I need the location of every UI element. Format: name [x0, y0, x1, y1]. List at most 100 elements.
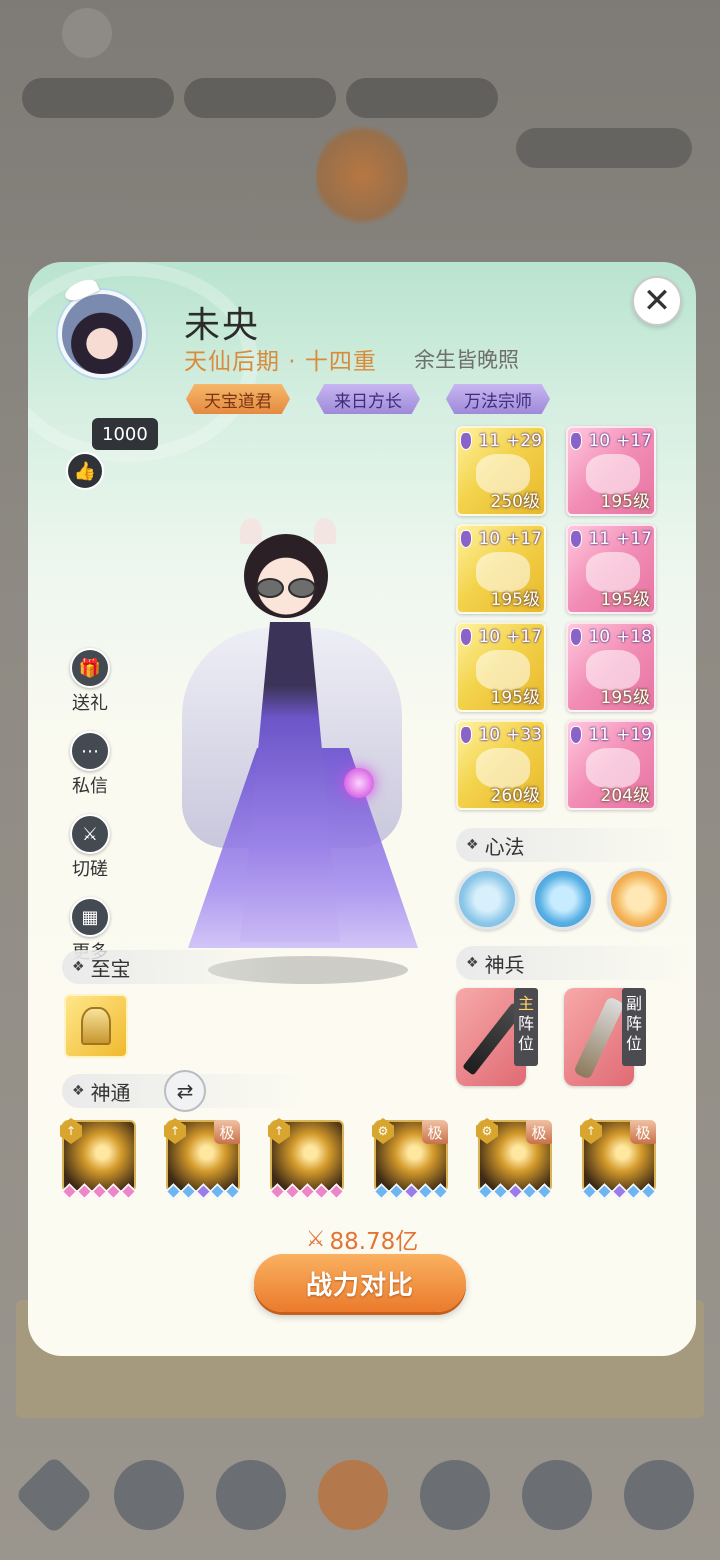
diamond-bullet-icon: ❖	[72, 959, 85, 975]
equipment-stars: 11	[588, 529, 611, 549]
gift-label: 送礼	[72, 693, 108, 714]
skill-type-badge-icon: ↑	[580, 1118, 602, 1144]
equipment-stars: 11	[478, 431, 501, 451]
crossed-swords-icon: ⚔	[70, 814, 110, 854]
skill-gem-row	[61, 1183, 137, 1200]
equipment-stars: 10	[588, 627, 611, 647]
weapon-position-tag: 主 阵 位	[514, 988, 538, 1066]
equipment-stars: 10	[588, 431, 611, 451]
close-button[interactable]: ✕	[632, 276, 682, 326]
sunglasses-icon	[256, 578, 320, 598]
section-header-xinfa: ❖ 心法	[456, 828, 686, 862]
equipment-plus: +29	[506, 431, 542, 451]
weapon-position-tag: 副 阵 位	[622, 988, 646, 1066]
side-action-list: 🎁 送礼 ⋯ 私信 ⚔ 切磋 ▦ 更多	[62, 648, 118, 964]
equipment-slot[interactable]: 10 +17 195级	[456, 622, 546, 712]
title-tag[interactable]: 来日方长	[316, 384, 420, 414]
guild-name: 余生皆晚照	[414, 348, 519, 372]
character-model[interactable]	[148, 518, 448, 988]
equipment-plus: +17	[506, 529, 542, 549]
equipment-stars: 10	[478, 529, 501, 549]
player-avatar-frame[interactable]	[58, 275, 146, 382]
grid-icon: ▦	[70, 897, 110, 937]
gem-icon	[570, 628, 583, 646]
like-button[interactable]: 👍	[66, 452, 104, 490]
duel-label: 切磋	[72, 859, 108, 880]
equipment-slot[interactable]: 10 +18 195级	[566, 622, 656, 712]
section-title: 神通	[90, 1080, 131, 1105]
xinfa-skill-icon[interactable]	[608, 868, 670, 930]
equipment-plus: +17	[616, 529, 652, 549]
title-tag[interactable]: 天宝道君	[186, 384, 290, 414]
thumbs-up-icon: 👍	[73, 460, 97, 482]
xinfa-list	[456, 868, 670, 930]
skill-gem-row	[581, 1183, 657, 1200]
divine-skill-slot[interactable]: ↑	[268, 1118, 345, 1200]
duel-button[interactable]: ⚔ 切磋	[70, 814, 110, 881]
equipment-plus: +17	[506, 627, 542, 647]
xinfa-skill-icon[interactable]	[456, 868, 518, 930]
gem-icon	[570, 530, 583, 548]
equipment-level: 195级	[490, 688, 540, 708]
divine-skill-slot[interactable]: ↑ 极	[580, 1118, 657, 1200]
equipment-slot[interactable]: 10 +17 195级	[456, 524, 546, 614]
equipment-slot[interactable]: 10 +33 260级	[456, 720, 546, 810]
equipment-plus: +18	[616, 627, 652, 647]
extreme-badge: 极	[526, 1120, 552, 1144]
gem-icon	[460, 726, 473, 744]
equipment-slot[interactable]: 11 +17 195级	[566, 524, 656, 614]
divine-skill-slot[interactable]: ⚙ 极	[372, 1118, 449, 1200]
section-title: 至宝	[90, 956, 131, 981]
equipment-level: 250级	[490, 492, 540, 512]
cultivation-realm: 天仙后期 · 十四重	[184, 349, 377, 375]
player-name: 未央	[184, 305, 261, 346]
skill-type-badge-icon: ↑	[60, 1118, 82, 1144]
background-avatar	[62, 8, 112, 58]
weapon-list: 主 阵 位 副 阵 位	[456, 988, 646, 1086]
weapon-main[interactable]: 主 阵 位	[456, 988, 538, 1086]
divine-skill-slot[interactable]: ↑ 极	[164, 1118, 241, 1200]
background-resource-bar	[22, 78, 498, 122]
skill-type-badge-icon: ↑	[164, 1118, 186, 1144]
scroll-icon	[573, 996, 625, 1080]
extreme-badge: 极	[422, 1120, 448, 1144]
gift-icon: 🎁	[70, 648, 110, 688]
skill-type-badge-icon: ⚙	[476, 1118, 498, 1144]
equipment-slot[interactable]: 11 +19 204级	[566, 720, 656, 810]
compare-power-button[interactable]: 战力对比	[254, 1254, 466, 1312]
diamond-bullet-icon: ❖	[72, 1083, 85, 1099]
section-header-zhibao: ❖ 至宝	[62, 950, 282, 984]
equipment-level: 204级	[600, 786, 650, 806]
title-tag[interactable]: 万法宗师	[446, 384, 550, 414]
close-icon: ✕	[642, 281, 672, 321]
message-button[interactable]: ⋯ 私信	[70, 731, 110, 798]
section-title: 心法	[484, 834, 525, 859]
combat-power-value: 88.78亿	[329, 1229, 419, 1255]
gift-button[interactable]: 🎁 送礼	[70, 648, 110, 715]
section-title: 神兵	[484, 952, 525, 977]
gem-icon	[460, 530, 473, 548]
equipment-stars: 10	[478, 627, 501, 647]
divine-skill-slot[interactable]: ↑	[60, 1118, 137, 1200]
weapon-secondary[interactable]: 副 阵 位	[564, 988, 646, 1086]
combat-power: ⚔ 88.78亿	[28, 1222, 696, 1256]
diamond-bullet-icon: ❖	[466, 955, 479, 971]
like-count: 1000	[92, 418, 158, 450]
player-profile-panel: ✕ 未央 天仙后期 · 十四重 余生皆晚照 天宝道君 来日方长 万法宗师 100…	[28, 262, 696, 1356]
skill-art-icon: ⚙ 极	[476, 1118, 552, 1192]
swap-skills-button[interactable]: ⇄	[164, 1070, 206, 1112]
equipment-level: 195级	[490, 590, 540, 610]
equipment-slot[interactable]: 10 +17 195级	[566, 426, 656, 516]
skill-art-icon: ↑	[268, 1118, 344, 1192]
crossed-swords-power-icon: ⚔	[305, 1226, 326, 1252]
extreme-badge: 极	[214, 1120, 240, 1144]
equipment-plus: +17	[616, 431, 652, 451]
skill-type-badge-icon: ⚙	[372, 1118, 394, 1144]
divine-skill-slot[interactable]: ⚙ 极	[476, 1118, 553, 1200]
xinfa-skill-icon[interactable]	[532, 868, 594, 930]
skill-art-icon: ↑ 极	[580, 1118, 656, 1192]
treasure-slot[interactable]	[64, 994, 128, 1058]
section-header-shenbing: ❖ 神兵	[456, 946, 686, 980]
equipment-slot[interactable]: 11 +29 250级	[456, 426, 546, 516]
background-bottom-nav	[0, 1430, 720, 1560]
